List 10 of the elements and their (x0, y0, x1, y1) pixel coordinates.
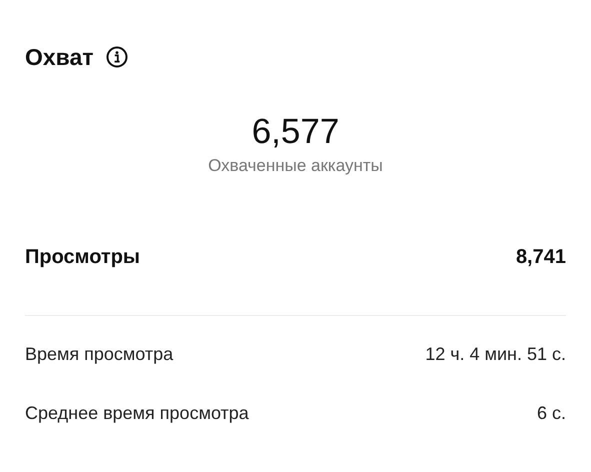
metric-value: 12 ч. 4 мин. 51 с. (425, 344, 566, 366)
section-title: Охват (25, 44, 94, 70)
metric-value: 6 с. (536, 403, 566, 425)
metric-label: Время просмотра (25, 344, 174, 366)
reach-count: 6,577 (252, 112, 340, 152)
metric-label: Среднее время просмотра (25, 403, 249, 425)
views-label: Просмотры (25, 246, 140, 269)
views-value: 8,741 (516, 246, 566, 269)
info-icon[interactable] (106, 46, 128, 68)
reach-label: Охваченные аккаунты (208, 156, 383, 176)
